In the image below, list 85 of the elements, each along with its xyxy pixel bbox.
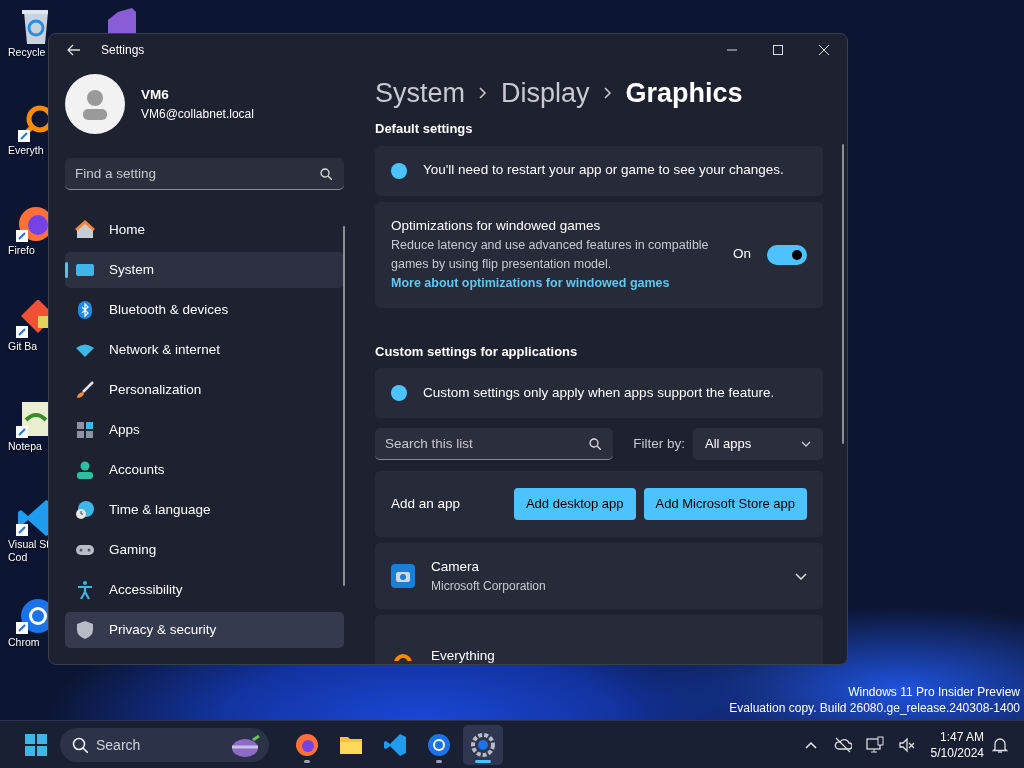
filter-label: Filter by: (633, 435, 685, 454)
search-icon (589, 438, 601, 451)
app-grid-icon (75, 420, 95, 440)
info-icon (391, 385, 407, 402)
scrollbar[interactable] (343, 226, 345, 586)
taskbar-search-field[interactable]: Search (60, 727, 269, 762)
magnifier-icon (391, 651, 415, 662)
scrollbar[interactable] (842, 144, 844, 444)
setting-title: Optimizations for windowed games (391, 216, 602, 235)
account-email: VM6@collabnet.local (141, 106, 254, 124)
icon-label: Everyth (7, 144, 44, 157)
network-monitor-icon (865, 735, 884, 754)
nav-item[interactable]: Privacy & security (65, 612, 344, 648)
shield-icon (75, 620, 95, 640)
info-text: You'll need to restart your app or game to see your changes. (423, 161, 784, 180)
add-app-label: Add an app (391, 495, 461, 514)
toggle-state-text: On (733, 245, 751, 264)
breadcrumb-link[interactable]: Display (501, 73, 590, 113)
icon-label: Chrom (7, 636, 40, 649)
back-arrow-icon (66, 44, 82, 56)
icon-label: Cod (7, 551, 28, 564)
icon-label: Recycle (7, 46, 46, 59)
setting-description: Reduce latency and use advanced features in compatible games by using flip presentation model. (391, 236, 710, 273)
cloud-off-icon (833, 735, 852, 754)
breadcrumb-link[interactable]: System (375, 73, 466, 113)
chevron-right-icon (479, 87, 488, 99)
learn-more-link[interactable]: More about optimizations for windowed games (391, 276, 670, 291)
maximize-icon (773, 45, 783, 55)
app-row[interactable]: Camera Microsoft Corporation (375, 543, 823, 610)
nav-item[interactable]: Personalization (65, 372, 344, 408)
nav-item[interactable]: Network & internet (65, 332, 344, 368)
chevron-right-icon (603, 87, 612, 99)
nav-item[interactable]: Accessibility (65, 572, 344, 608)
build-text: Windows 11 Pro Insider Preview (847, 684, 1020, 700)
list-search-field[interactable]: Search this list (375, 428, 613, 461)
windows-logo-icon (25, 733, 47, 756)
paintbrush-icon (75, 380, 95, 400)
person-silhouette-icon (81, 88, 109, 120)
notepad-icon[interactable] (16, 400, 48, 440)
search-icon (320, 168, 332, 180)
account-name: VM6 (141, 85, 170, 104)
setting-search-field[interactable]: Find a setting (65, 158, 344, 190)
page-title: Graphics (625, 77, 743, 110)
build-text: Evaluation copy. Build 26080.ge_release.240308-1400 (729, 700, 1020, 716)
nav-item[interactable]: Apps (65, 412, 344, 448)
app-name: Camera (431, 558, 480, 577)
camera-icon (391, 564, 415, 589)
app-row[interactable]: Everything (375, 615, 823, 664)
info-icon (391, 162, 407, 179)
clock-date: 5/10/2024 (930, 744, 984, 761)
speaker-muted-icon (897, 735, 916, 754)
chevron-up-icon (804, 740, 817, 749)
nav-item[interactable]: System (65, 252, 344, 288)
clock-time: 1:47 AM (939, 728, 984, 745)
gear-icon (471, 732, 495, 757)
app-publisher: Microsoft Corporation (431, 578, 547, 596)
filter-dropdown[interactable]: All apps (693, 428, 823, 461)
add-app-button[interactable]: Add desktop app (513, 488, 636, 521)
close-icon (819, 45, 829, 55)
bluetooth-icon (75, 300, 95, 320)
chevron-down-icon (801, 441, 811, 448)
person-icon (75, 460, 95, 480)
nav-item[interactable]: Home (65, 212, 344, 248)
section-heading: Custom settings for applications (375, 343, 579, 360)
browser-icon (427, 732, 451, 757)
section-heading: Default settings (375, 121, 474, 137)
bell-icon (992, 736, 1008, 753)
app-name: Everything (431, 647, 496, 664)
icon-label: Firefo (7, 244, 35, 257)
window-title: Settings (101, 42, 145, 59)
taskbar-app-button[interactable] (463, 724, 503, 765)
diamond-app-icon[interactable] (16, 300, 48, 340)
toggle-switch[interactable] (767, 244, 807, 265)
clock-button[interactable]: 1:47 AM 5/10/2024 (930, 724, 984, 765)
code-editor-icon (383, 732, 407, 757)
icon-label: Notepa (7, 440, 42, 453)
globe-clock-icon (75, 500, 95, 520)
icon-label: Git Ba (7, 340, 38, 353)
fox-globe-icon (295, 732, 319, 757)
add-app-button[interactable]: Add Microsoft Store app (643, 488, 807, 521)
info-text: Custom settings only apply when apps support the feature. (423, 384, 775, 403)
accessibility-icon (75, 580, 95, 600)
nav-item[interactable]: Accounts (65, 452, 344, 488)
search-icon (72, 736, 88, 753)
house-icon (75, 220, 95, 240)
